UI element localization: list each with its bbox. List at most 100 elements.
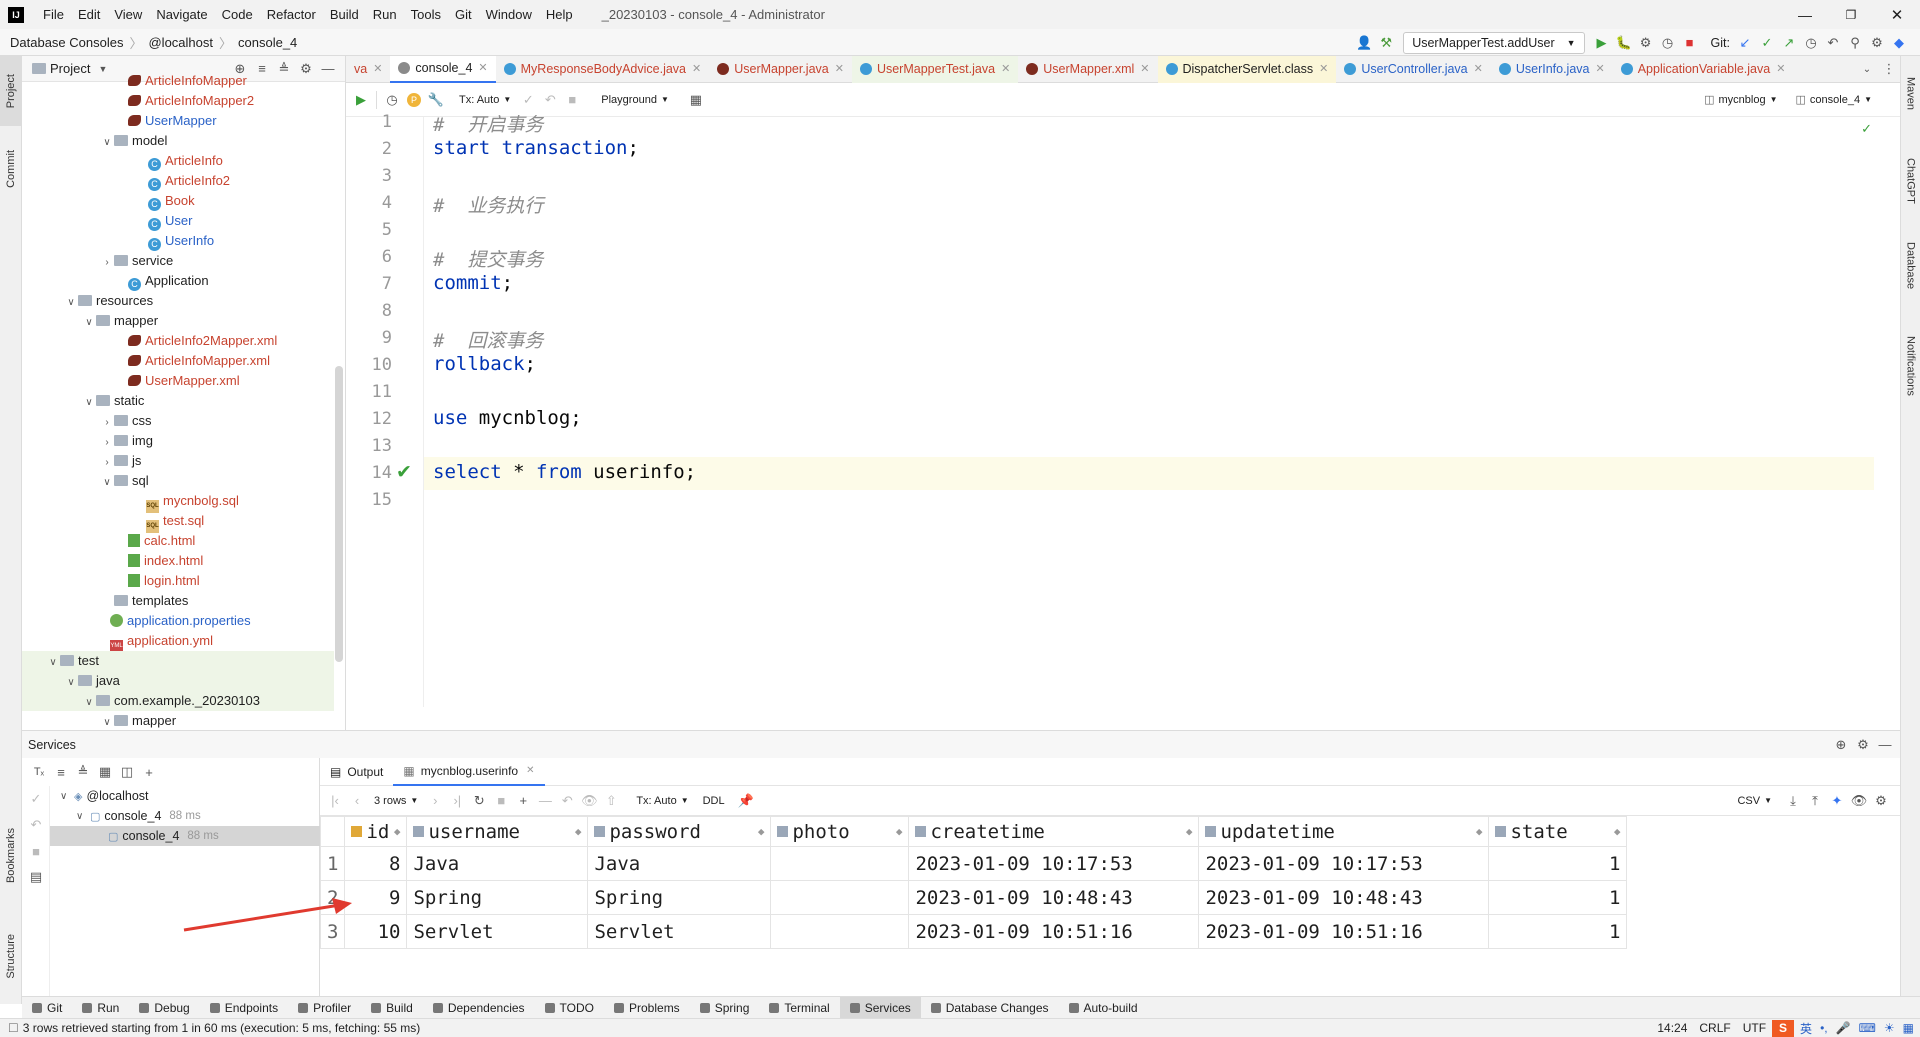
chevron-down-icon[interactable]: ∨ <box>82 693 96 713</box>
commit-check-icon[interactable]: ✓ <box>517 89 539 111</box>
editor-tab[interactable]: va ✕ <box>346 56 390 83</box>
database-tool-button[interactable]: Database <box>1901 226 1920 306</box>
table-cell[interactable]: 1 <box>1488 880 1628 915</box>
gear-icon[interactable]: ⚙ <box>1852 734 1874 756</box>
table-cell[interactable]: 2023-01-09 10:48:43 <box>1198 880 1490 915</box>
editor-tab[interactable]: UserMapper.java ✕ <box>709 56 852 83</box>
line-separator[interactable]: CRLF <box>1699 1021 1730 1035</box>
ime-menu-icon[interactable]: ▦ <box>1903 1021 1914 1035</box>
tree-item[interactable]: ∨ mapper <box>22 311 334 331</box>
table-cell[interactable]: Java <box>406 846 589 881</box>
ime-skin-icon[interactable]: ☀ <box>1884 1021 1895 1035</box>
tree-item[interactable]: › js <box>22 451 334 471</box>
editor-tab[interactable]: ApplicationVariable.java ✕ <box>1613 56 1794 83</box>
chevron-right-icon[interactable]: › <box>100 253 114 273</box>
close-icon[interactable]: ✕ <box>1596 56 1605 83</box>
wrench-icon[interactable]: 🔧 <box>425 89 447 111</box>
chevron-down-icon[interactable]: ∨ <box>100 473 114 493</box>
pin-icon[interactable]: 📌 <box>735 790 757 812</box>
column-header-id[interactable]: id ◆ <box>344 816 408 847</box>
chatgpt-tool-button[interactable]: ChatGPT <box>1901 141 1920 221</box>
editor-tab[interactable]: UserMapper.xml ✕ <box>1018 56 1157 83</box>
rollback-icon[interactable]: ↶ <box>25 814 47 836</box>
ime-logo-icon[interactable]: S <box>1772 1019 1795 1037</box>
sort-icon[interactable]: ◆ <box>1614 825 1621 838</box>
column-header-password[interactable]: password ◆ <box>587 816 772 847</box>
code-line[interactable]: # 提交事务 <box>433 245 543 272</box>
cursor-position[interactable]: 14:24 <box>1657 1021 1687 1035</box>
tool-window-build[interactable]: Build <box>361 997 423 1019</box>
tree-item[interactable]: › img <box>22 431 334 451</box>
services-tree-item[interactable]: ∨ ▢ console_4 88 ms <box>50 806 320 826</box>
tree-item[interactable]: › service <box>22 251 334 271</box>
tool-window-run[interactable]: Run <box>72 997 129 1019</box>
history-icon[interactable]: ◷ <box>381 89 403 111</box>
tool-window-dependencies[interactable]: Dependencies <box>423 997 535 1019</box>
close-icon[interactable]: ✕ <box>1474 56 1483 83</box>
menu-item-navigate[interactable]: Navigate <box>149 0 214 29</box>
menu-item-tools[interactable]: Tools <box>404 0 448 29</box>
column-header-state[interactable]: state ◆ <box>1488 816 1628 847</box>
tree-item[interactable]: login.html <box>22 571 334 591</box>
tree-item[interactable]: templates <box>22 591 334 611</box>
close-icon[interactable]: ✕ <box>835 56 844 83</box>
editor-tab[interactable]: DispatcherServlet.class ✕ <box>1157 55 1337 83</box>
table-cell[interactable] <box>770 880 910 915</box>
filter-icon[interactable]: ◫ <box>116 761 138 783</box>
code-line[interactable]: # 开启事务 <box>433 110 543 137</box>
chevron-right-icon[interactable]: › <box>100 453 114 473</box>
ime-language[interactable]: 英 <box>1800 1020 1812 1037</box>
tx-mode-select[interactable]: Tx: Auto ▼ <box>459 94 511 106</box>
close-icon[interactable]: ✕ <box>1001 56 1010 83</box>
column-header-username[interactable]: username ◆ <box>406 816 589 847</box>
breadcrumb-item[interactable]: @localhost <box>148 35 213 50</box>
menu-item-refactor[interactable]: Refactor <box>260 0 323 29</box>
tree-item[interactable]: application.properties <box>22 611 334 631</box>
sort-icon[interactable]: ◆ <box>1476 825 1483 838</box>
stop-icon[interactable]: ■ <box>1679 32 1701 54</box>
magic-icon[interactable]: ✦ <box>1826 790 1848 812</box>
ide-logo-icon[interactable]: ◆ <box>1888 32 1910 54</box>
table-cell[interactable]: Spring <box>406 880 589 915</box>
debug-icon[interactable]: 🐛 <box>1613 32 1635 54</box>
code-line[interactable]: start transaction; <box>433 137 639 159</box>
tree-item[interactable]: C UserInfo <box>22 231 334 251</box>
chevron-down-icon[interactable]: ∨ <box>76 811 90 822</box>
execution-success-icon[interactable]: ✔ <box>396 461 412 484</box>
git-history-icon[interactable]: ◷ <box>1800 32 1822 54</box>
tree-item[interactable]: ∨ mapper <box>22 711 334 730</box>
chevron-down-icon[interactable]: ∨ <box>64 673 78 693</box>
code-line[interactable]: use mycnblog; <box>433 407 582 429</box>
tx-mode-select[interactable]: Tx: Auto ▼ <box>636 795 688 807</box>
table-row[interactable]: 2 9 Spring Spring 2023-01-09 10:48:43 2023-01… <box>319 880 1628 915</box>
column-header-createtime[interactable]: createtime ◆ <box>908 816 1200 847</box>
revert-icon[interactable]: ↶ <box>556 790 578 812</box>
table-cell[interactable]: Java <box>587 846 772 881</box>
submit-icon[interactable]: ⇧ <box>600 790 622 812</box>
profile-p-icon[interactable]: P <box>403 89 425 111</box>
table-cell[interactable]: 2023-01-09 10:48:43 <box>908 880 1200 915</box>
code-line[interactable]: commit; <box>433 272 513 294</box>
menu-item-run[interactable]: Run <box>366 0 404 29</box>
tree-item[interactable]: SQL test.sql <box>22 511 334 533</box>
keyboard-icon[interactable]: ⌨ <box>1859 1021 1876 1035</box>
close-icon[interactable]: ✕ <box>478 55 487 82</box>
cancel-stop-icon[interactable]: ■ <box>561 89 583 111</box>
execute-icon[interactable]: ▶ <box>350 89 372 111</box>
maven-tool-button[interactable]: Maven <box>1901 64 1920 124</box>
close-icon[interactable]: ✕ <box>1776 56 1785 83</box>
table-cell[interactable] <box>770 914 910 949</box>
tree-item[interactable]: UserMapper <box>22 111 334 131</box>
add-row-icon[interactable]: + <box>512 790 534 812</box>
stop-icon[interactable]: ■ <box>490 790 512 812</box>
tree-item[interactable]: ∨ java <box>22 671 334 691</box>
table-cell[interactable]: Spring <box>587 880 772 915</box>
tree-item[interactable]: ∨ model <box>22 131 334 151</box>
tree-item[interactable]: UserMapper.xml <box>22 371 334 391</box>
table-cell[interactable] <box>770 846 910 881</box>
table-cell[interactable]: 8 <box>344 846 408 881</box>
tool-window-debug[interactable]: Debug <box>129 997 199 1019</box>
prev-page-icon[interactable]: ‹ <box>346 790 368 812</box>
close-window-icon[interactable]: ✕ <box>1874 0 1920 29</box>
table-cell[interactable]: Servlet <box>406 914 589 949</box>
